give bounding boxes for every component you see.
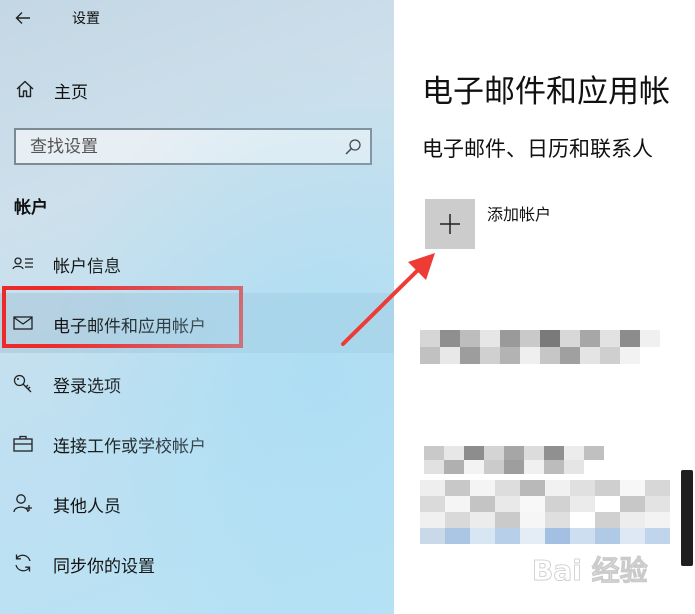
sidebar-item-label: 其他人员 (53, 497, 121, 517)
search-icon[interactable] (344, 138, 362, 156)
section-heading-accounts: 帐户 (14, 198, 48, 218)
key-icon (13, 374, 32, 393)
sidebar-item-label: 帐户信息 (53, 257, 121, 277)
sidebar-item-sign-in-options[interactable]: 登录选项 (0, 353, 394, 413)
obscured-heading-related (424, 446, 604, 474)
plus-icon (440, 214, 460, 234)
briefcase-icon (13, 435, 33, 452)
title-bar: 设置 (0, 0, 394, 36)
page-title: 电子邮件和应用帐 (422, 74, 670, 110)
sync-icon (15, 554, 31, 572)
obscured-heading-other-apps (420, 330, 660, 364)
sidebar-item-other-people[interactable]: 其他人员 (0, 473, 394, 533)
back-button[interactable] (10, 6, 36, 30)
back-arrow-icon (15, 12, 30, 24)
sidebar: 设置 主页 帐户 帐户信息 电子邮件和应用帐户 (0, 0, 394, 614)
add-account-label[interactable]: 添加帐户 (487, 201, 551, 225)
sidebar-item-sync[interactable]: 同步你的设置 (0, 533, 394, 593)
sidebar-item-work-school[interactable]: 连接工作或学校帐户 (0, 413, 394, 473)
nav-home-label: 主页 (54, 83, 88, 103)
sidebar-item-label: 登录选项 (53, 377, 121, 397)
sidebar-item-label: 连接工作或学校帐户 (53, 437, 206, 457)
person-list-icon (12, 257, 33, 270)
search-input[interactable] (16, 130, 350, 163)
sidebar-item-label: 同步你的设置 (53, 557, 155, 577)
nav-home[interactable]: 主页 (0, 70, 394, 108)
home-icon (16, 80, 34, 98)
section-heading-email-calendar: 电子邮件、日历和联系人 (422, 137, 653, 161)
main-pane: 电子邮件和应用帐 电子邮件、日历和联系人 添加帐户 (394, 0, 695, 614)
annotation-highlight-box (2, 286, 243, 348)
person-icon (13, 494, 32, 513)
scrollbar[interactable] (681, 470, 693, 566)
obscured-description-text (420, 480, 670, 544)
window-title: 设置 (72, 11, 100, 27)
add-account-button[interactable] (425, 199, 475, 249)
sidebar-item-account-info[interactable]: 帐户信息 (0, 233, 394, 293)
search-box[interactable] (14, 128, 372, 165)
